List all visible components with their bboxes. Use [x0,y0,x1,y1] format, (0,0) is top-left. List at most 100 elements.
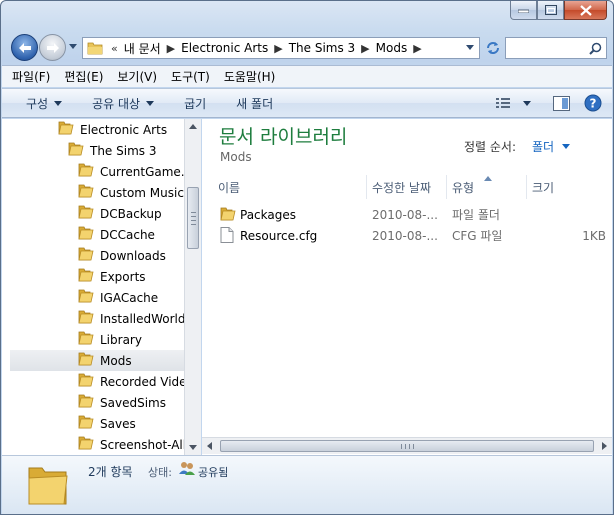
search-icon[interactable] [589,42,602,55]
file-list-pane: 문서 라이브러리 Mods 정렬 순서: 폴더 이름 수정한 날짜 유형 크기 … [202,119,612,455]
refresh-icon [487,42,499,54]
help-icon: ? [584,94,602,112]
folder-icon [78,414,94,433]
new-folder-button[interactable]: 새 폴더 [236,95,273,112]
scrollbar-thumb[interactable] [187,187,199,249]
tree-item[interactable]: Library [78,329,142,350]
preview-pane-button[interactable] [553,95,570,111]
organize-button[interactable]: 구성 [26,95,63,112]
file-row[interactable]: Resource.cfg 2010-08-... CFG 파일 1KB [218,225,606,246]
folder-icon [58,120,74,139]
navigation-pane-scrollbar[interactable] [184,119,201,455]
arrange-by-dropdown[interactable]: 폴더 [532,138,571,155]
folder-icon [78,393,94,412]
menu-view[interactable]: 보기(V) [117,68,157,85]
maximize-button[interactable] [537,1,564,20]
explorer-window: « 내 문서 ▶ Electronic Arts ▶ The Sims 3 ▶ … [0,0,614,515]
close-button[interactable] [564,1,607,20]
recent-pages-dropdown-icon[interactable] [68,41,78,51]
search-box[interactable] [505,37,607,59]
column-name-label: 이름 [218,180,241,195]
menu-edit[interactable]: 편집(E) [64,68,103,85]
menu-file[interactable]: 파일(F) [12,68,50,85]
folder-icon [78,162,94,181]
tree-item[interactable]: Screenshot-All [78,434,184,455]
tree-item[interactable]: DCBackup [78,203,162,224]
change-view-button[interactable] [495,96,531,110]
help-button[interactable]: ? [584,94,602,112]
tree-item[interactable]: Recorded Videos [78,371,184,392]
tree-item[interactable]: Exports [78,266,146,287]
breadcrumb-separator[interactable]: ▶ [274,42,282,55]
tree-item[interactable]: CurrentGame.sims3 [78,161,184,182]
back-arrow-icon [18,42,31,53]
file-type: CFG 파일 [452,229,503,243]
tree-item-label: IGACache [100,290,159,305]
menu-help[interactable]: 도움말(H) [224,68,276,85]
command-bar: 구성 공유 대상 굽기 새 폴더 ? [2,88,612,118]
breadcrumb-the-sims-3[interactable]: The Sims 3 [289,41,355,55]
column-header-modified[interactable]: 수정한 날짜 [372,175,447,199]
address-bar[interactable]: « 내 문서 ▶ Electronic Arts ▶ The Sims 3 ▶ … [82,37,480,59]
breadcrumb-overflow[interactable]: « [111,42,118,55]
breadcrumb-separator[interactable]: ▶ [167,42,175,55]
address-dropdown-icon[interactable] [465,44,475,52]
folder-icon [78,204,94,223]
breadcrumb-electronic-arts[interactable]: Electronic Arts [181,41,268,55]
file-row[interactable]: Packages 2010-08-... 파일 폴더 [218,204,606,225]
menu-tools[interactable]: 도구(T) [171,68,210,85]
folder-icon [58,121,74,135]
breadcrumb-separator[interactable]: ▶ [413,42,421,55]
breadcrumb-mods[interactable]: Mods [376,41,408,55]
back-button[interactable] [11,34,38,61]
column-header-type[interactable]: 유형 [452,175,527,199]
tree-item[interactable]: Electronic Arts [58,119,167,140]
folder-icon [78,309,94,328]
minimize-button[interactable] [510,1,537,20]
folder-icon [78,225,94,244]
caption-buttons [510,1,607,20]
chevron-down-icon[interactable] [523,100,531,106]
folder-icon [78,394,94,408]
tree-item[interactable]: Downloads [78,245,166,266]
tree-item[interactable]: IGACache [78,287,158,308]
file-list-scrollbar[interactable] [202,437,612,454]
scroll-left-icon[interactable] [207,442,212,450]
tree-item[interactable]: DCCache [78,224,155,245]
folder-icon [78,247,94,261]
new-folder-label: 새 폴더 [236,96,274,111]
file-type: 파일 폴더 [452,208,500,222]
tree-item[interactable]: SavedSims [78,392,166,413]
tree-item[interactable]: Custom Music [78,182,184,203]
organize-label: 구성 [26,96,49,111]
forward-button[interactable] [39,34,66,61]
column-header-size[interactable]: 크기 [532,175,606,199]
chevron-down-icon [54,100,63,106]
breadcrumb-separator[interactable]: ▶ [361,42,369,55]
file-name: Packages [240,207,296,222]
state-label: 상태: [148,466,172,479]
tree-item[interactable]: Mods [10,350,184,371]
scrollbar-thumb[interactable] [220,440,594,452]
breadcrumb-my-documents[interactable]: 내 문서 [124,40,161,57]
refresh-button[interactable] [483,37,503,59]
tree-item[interactable]: Saves [78,413,136,434]
folder-icon [78,351,94,370]
details-pane: 2개 항목 상태: 공유됨 [2,455,612,514]
tree-item[interactable]: The Sims 3 [68,140,156,161]
column-header-name[interactable]: 이름 [218,175,367,199]
share-with-button[interactable]: 공유 대상 [92,95,155,112]
scroll-up-icon[interactable] [189,124,197,129]
scroll-down-icon[interactable] [189,445,197,450]
forward-arrow-icon [46,42,59,53]
file-modified-date: 2010-08-... [372,228,438,243]
shared-users-icon [179,462,195,475]
search-input[interactable] [506,38,586,58]
file-name: Resource.cfg [240,228,318,243]
chevron-down-icon [562,144,571,149]
scroll-right-icon[interactable] [602,442,607,450]
tree-item[interactable]: InstalledWorlds [78,308,184,329]
view-controls: ? [483,94,602,112]
maximize-icon [544,5,557,15]
burn-button[interactable]: 굽기 [184,95,206,112]
